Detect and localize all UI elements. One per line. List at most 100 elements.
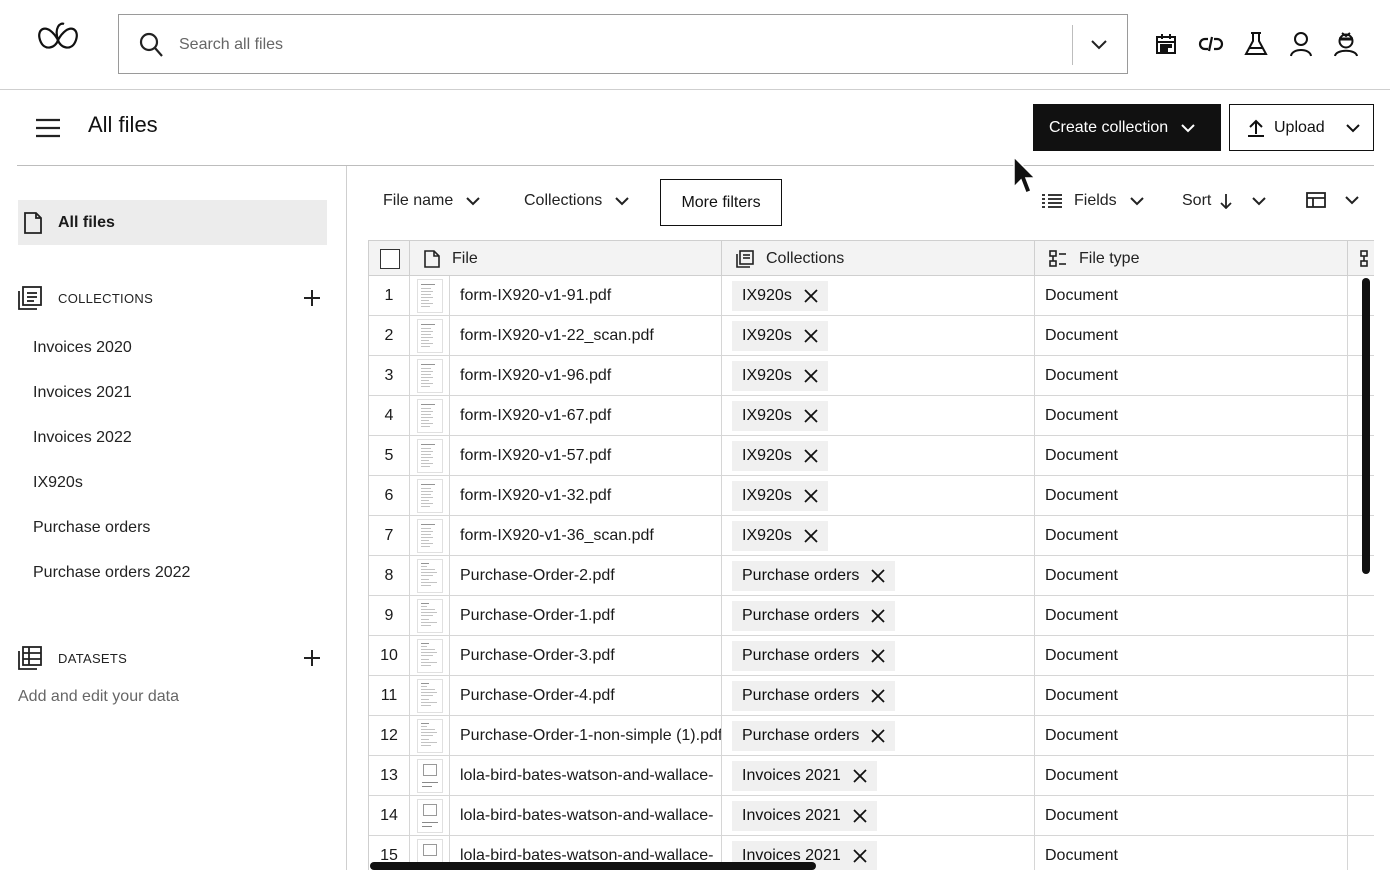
file-name[interactable]: Purchase-Order-3.pdf bbox=[460, 647, 615, 665]
vertical-scrollbar[interactable] bbox=[1362, 278, 1370, 574]
more-filters-button[interactable]: More filters bbox=[660, 179, 782, 226]
upload-button[interactable]: Upload bbox=[1229, 104, 1374, 151]
close-icon[interactable] bbox=[871, 728, 886, 743]
file-thumbnail[interactable] bbox=[416, 678, 443, 713]
calendar-icon[interactable] bbox=[1150, 28, 1182, 60]
logo-icon[interactable] bbox=[34, 18, 82, 60]
table-row[interactable]: 12 Purchase-Order-1-non-simple (1).pdf Pur… bbox=[369, 716, 1374, 756]
close-icon[interactable] bbox=[871, 568, 886, 583]
file-name-cell[interactable]: form-IX920-v1-67.pdf bbox=[450, 396, 722, 435]
sidebar-item-purchase-orders[interactable]: Purchase orders bbox=[33, 514, 190, 559]
table-row[interactable]: 8 Purchase-Order-2.pdf Purchase orders Docu… bbox=[369, 556, 1374, 596]
file-name[interactable]: Purchase-Order-2.pdf bbox=[460, 567, 615, 585]
file-name-cell[interactable]: form-IX920-v1-22_scan.pdf bbox=[450, 316, 722, 355]
file-thumbnail[interactable] bbox=[416, 718, 443, 753]
close-icon[interactable] bbox=[804, 368, 818, 383]
file-name-cell[interactable]: form-IX920-v1-57.pdf bbox=[450, 436, 722, 475]
table-row[interactable]: 1 form-IX920-v1-91.pdf IX920s Document bbox=[369, 276, 1374, 316]
close-icon[interactable] bbox=[804, 528, 818, 543]
file-name[interactable]: Purchase-Order-1.pdf bbox=[460, 607, 615, 625]
close-icon[interactable] bbox=[871, 648, 886, 663]
search-input[interactable] bbox=[179, 31, 1059, 59]
table-row[interactable]: 7 form-IX920-v1-36_scan.pdf IX920s Document bbox=[369, 516, 1374, 556]
file-thumbnail[interactable] bbox=[416, 478, 443, 513]
add-collection-icon[interactable] bbox=[302, 288, 322, 308]
column-header-collections[interactable]: Collections bbox=[722, 241, 1035, 276]
file-name-cell[interactable]: lola-bird-bates-watson-and-wallace- bbox=[450, 796, 722, 835]
link-icon[interactable] bbox=[1195, 28, 1227, 60]
file-thumbnail[interactable] bbox=[416, 358, 443, 393]
table-row[interactable]: 5 form-IX920-v1-57.pdf IX920s Document bbox=[369, 436, 1374, 476]
file-thumbnail[interactable] bbox=[416, 598, 443, 633]
file-thumbnail[interactable] bbox=[416, 558, 443, 593]
file-name[interactable]: form-IX920-v1-67.pdf bbox=[460, 407, 611, 425]
sort-button[interactable]: Sort bbox=[1182, 192, 1267, 210]
chevron-down-icon[interactable] bbox=[1089, 34, 1109, 54]
file-name-cell[interactable]: Purchase-Order-1.pdf bbox=[450, 596, 722, 635]
file-thumbnail[interactable] bbox=[416, 638, 443, 673]
table-row[interactable]: 4 form-IX920-v1-67.pdf IX920s Document bbox=[369, 396, 1374, 436]
column-header-file[interactable]: File bbox=[410, 241, 722, 276]
fields-button[interactable]: Fields bbox=[1042, 192, 1145, 210]
sidebar-item-ix920s[interactable]: IX920s bbox=[33, 469, 190, 514]
file-name[interactable]: form-IX920-v1-36_scan.pdf bbox=[460, 527, 654, 545]
file-name[interactable]: form-IX920-v1-96.pdf bbox=[460, 367, 611, 385]
file-name[interactable]: lola-bird-bates-watson-and-wallace- bbox=[460, 767, 713, 785]
search-bar[interactable] bbox=[118, 14, 1128, 74]
close-icon[interactable] bbox=[804, 488, 818, 503]
close-icon[interactable] bbox=[853, 768, 867, 783]
column-header-file-type[interactable]: File type bbox=[1035, 241, 1348, 276]
close-icon[interactable] bbox=[804, 288, 818, 303]
file-name-cell[interactable]: Purchase-Order-1-non-simple (1).pdf bbox=[450, 716, 722, 755]
select-all-checkbox[interactable] bbox=[380, 248, 400, 269]
file-name-cell[interactable]: form-IX920-v1-36_scan.pdf bbox=[450, 516, 722, 555]
horizontal-scrollbar[interactable] bbox=[370, 862, 816, 870]
file-name[interactable]: form-IX920-v1-32.pdf bbox=[460, 487, 611, 505]
file-name-filter[interactable]: File name bbox=[383, 192, 481, 210]
view-layout-button[interactable] bbox=[1306, 192, 1360, 208]
file-name[interactable]: Purchase-Order-4.pdf bbox=[460, 687, 615, 705]
table-row[interactable]: 10 Purchase-Order-3.pdf Purchase orders Doc… bbox=[369, 636, 1374, 676]
close-icon[interactable] bbox=[804, 448, 818, 463]
close-icon[interactable] bbox=[871, 608, 886, 623]
table-row[interactable]: 13 lola-bird-bates-watson-and-wallace- Inv… bbox=[369, 756, 1374, 796]
file-name-cell[interactable]: lola-bird-bates-watson-and-wallace- bbox=[450, 756, 722, 795]
file-thumbnail[interactable] bbox=[416, 798, 443, 833]
file-name[interactable]: Purchase-Order-1-non-simple (1).pdf bbox=[460, 727, 721, 745]
add-dataset-icon[interactable] bbox=[302, 648, 322, 668]
close-icon[interactable] bbox=[871, 688, 886, 703]
column-header-extra[interactable] bbox=[1348, 241, 1374, 276]
file-thumbnail[interactable] bbox=[416, 518, 443, 553]
file-name[interactable]: form-IX920-v1-57.pdf bbox=[460, 447, 611, 465]
file-name-cell[interactable]: Purchase-Order-3.pdf bbox=[450, 636, 722, 675]
file-name-cell[interactable]: Purchase-Order-2.pdf bbox=[450, 556, 722, 595]
file-name[interactable]: form-IX920-v1-91.pdf bbox=[460, 287, 611, 305]
file-name-cell[interactable]: form-IX920-v1-96.pdf bbox=[450, 356, 722, 395]
file-thumbnail[interactable] bbox=[416, 318, 443, 353]
file-name-cell[interactable]: form-IX920-v1-32.pdf bbox=[450, 476, 722, 515]
table-row[interactable]: 2 form-IX920-v1-22_scan.pdf IX920s Document bbox=[369, 316, 1374, 356]
table-row[interactable]: 14 lola-bird-bates-watson-and-wallace- Inv… bbox=[369, 796, 1374, 836]
file-thumbnail[interactable] bbox=[416, 438, 443, 473]
file-thumbnail[interactable] bbox=[416, 278, 443, 313]
sidebar-item-purchase-orders-2022[interactable]: Purchase orders 2022 bbox=[33, 559, 190, 604]
menu-icon[interactable] bbox=[34, 114, 62, 142]
close-icon[interactable] bbox=[804, 408, 818, 423]
file-name-cell[interactable]: Purchase-Order-4.pdf bbox=[450, 676, 722, 715]
table-row[interactable]: 9 Purchase-Order-1.pdf Purchase orders Docu… bbox=[369, 596, 1374, 636]
file-name-cell[interactable]: form-IX920-v1-91.pdf bbox=[450, 276, 722, 315]
close-icon[interactable] bbox=[853, 808, 867, 823]
user-icon[interactable] bbox=[1285, 28, 1317, 60]
create-collection-button[interactable]: Create collection bbox=[1033, 104, 1221, 151]
datasets-description[interactable]: Add and edit your data bbox=[18, 688, 179, 706]
file-thumbnail[interactable] bbox=[416, 398, 443, 433]
file-thumbnail[interactable] bbox=[416, 758, 443, 793]
file-name[interactable]: lola-bird-bates-watson-and-wallace- bbox=[460, 807, 713, 825]
flask-icon[interactable] bbox=[1240, 28, 1272, 60]
sidebar-item-invoices-2022[interactable]: Invoices 2022 bbox=[33, 424, 190, 469]
table-row[interactable]: 3 form-IX920-v1-96.pdf IX920s Document bbox=[369, 356, 1374, 396]
sidebar-item-invoices-2021[interactable]: Invoices 2021 bbox=[33, 379, 190, 424]
agent-icon[interactable] bbox=[1330, 28, 1362, 60]
table-row[interactable]: 6 form-IX920-v1-32.pdf IX920s Document bbox=[369, 476, 1374, 516]
close-icon[interactable] bbox=[853, 848, 867, 863]
